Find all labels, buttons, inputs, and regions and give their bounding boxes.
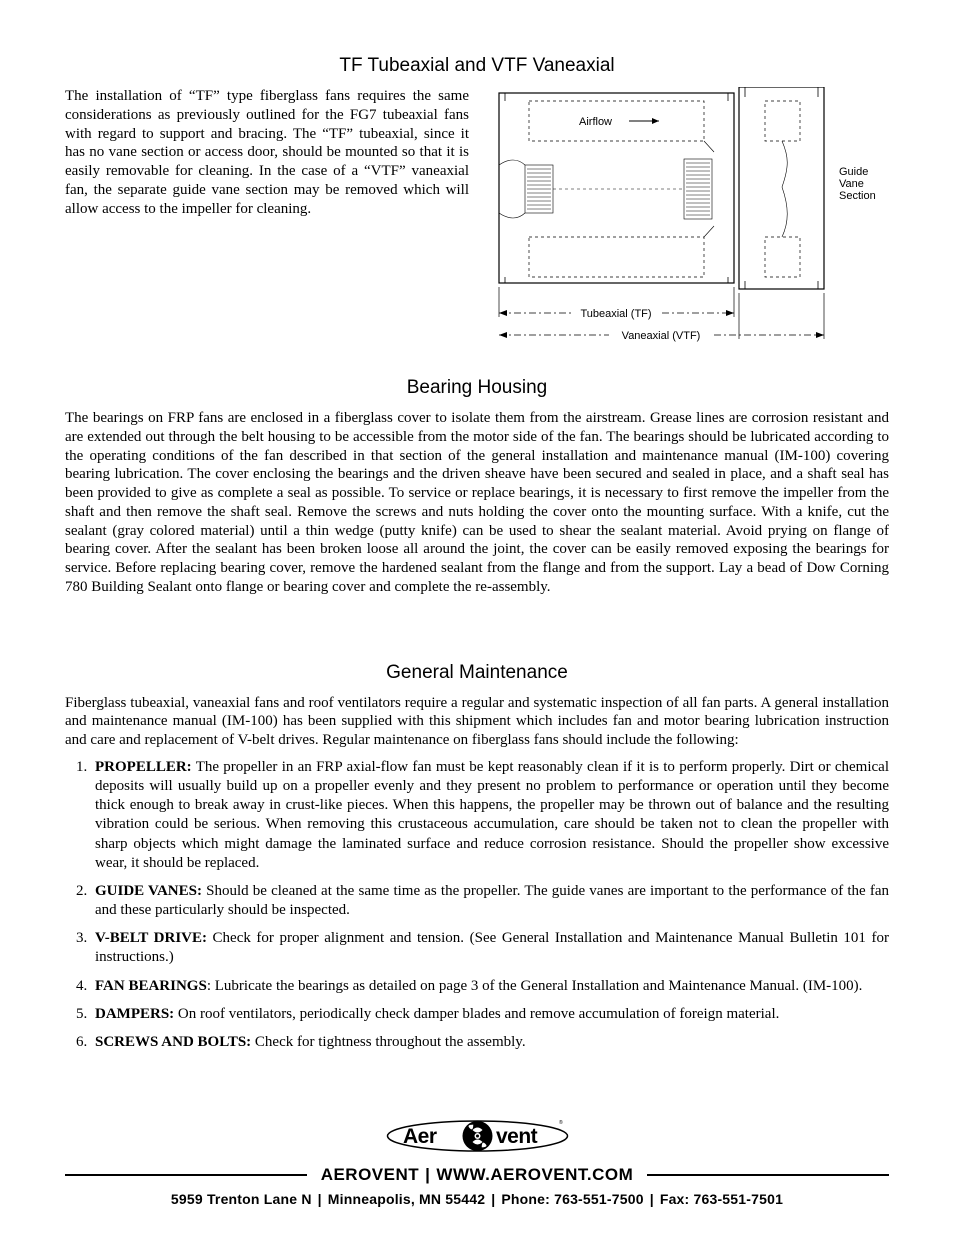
footer-address: 5959 Trenton Lane N|Minneapolis, MN 5544… [65,1191,889,1207]
list-item: FAN BEARINGS: Lubricate the bearings as … [91,977,889,996]
page-footer: Aer vent ® AEROVENT|WWW.AEROVENT.COM 595… [65,1115,889,1207]
list-item: PROPELLER: The propeller in an FRP axial… [91,758,889,873]
svg-text:vent: vent [496,1125,538,1148]
top-paragraph: The installation of “TF” type fiberglass… [65,87,469,347]
section-title-tf-vtf: TF Tubeaxial and VTF Vaneaxial [65,55,889,77]
top-block: The installation of “TF” type fiberglass… [65,87,889,347]
tubeaxial-dim-label: Tubeaxial (TF) [580,308,651,320]
footer-rule-left [65,1174,307,1176]
footer-brand-line: AEROVENT|WWW.AEROVENT.COM [321,1165,634,1185]
section-title-maintenance: General Maintenance [65,662,889,684]
aerovent-logo: Aer vent ® [385,1115,570,1157]
bearing-paragraph: The bearings on FRP fans are enclosed in… [65,409,889,597]
svg-text:Aer: Aer [403,1125,437,1148]
footer-rule-right [647,1174,889,1176]
list-item: V-BELT DRIVE: Check for proper alignment… [91,929,889,967]
list-item: SCREWS AND BOLTS: Check for tightness th… [91,1033,889,1052]
list-item: GUIDE VANES: Should be cleaned at the sa… [91,882,889,920]
document-page: TF Tubeaxial and VTF Vaneaxial The insta… [0,0,954,1235]
airflow-label: Airflow [579,116,612,128]
general-intro: Fiberglass tubeaxial, vaneaxial fans and… [65,694,889,750]
guide-vane-label: Guide Vane Section [839,166,876,202]
fan-diagram: Airflow Guide Vane Section [489,87,889,347]
svg-text:®: ® [559,1119,563,1126]
list-item: DAMPERS: On roof ventilators, periodical… [91,1005,889,1024]
maintenance-list: PROPELLER: The propeller in an FRP axial… [65,758,889,1052]
section-title-bearing: Bearing Housing [65,377,889,399]
vaneaxial-dim-label: Vaneaxial (VTF) [622,330,701,342]
